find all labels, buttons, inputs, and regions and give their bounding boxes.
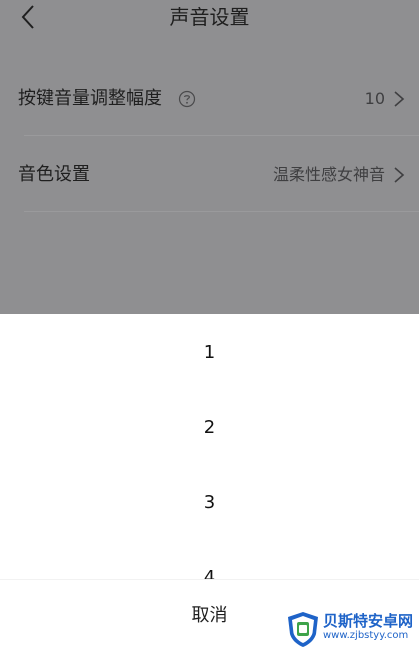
- watermark-url: www.zjbstyy.com: [323, 630, 409, 641]
- number-picker[interactable]: 1 2 3 4: [0, 314, 419, 579]
- picker-option[interactable]: 4: [0, 558, 419, 579]
- divider: [24, 135, 419, 136]
- top-bar: 声音设置: [0, 0, 419, 34]
- chevron-right-icon: [393, 166, 405, 184]
- setting-row-key-volume-step[interactable]: 按键音量调整幅度 10: [0, 62, 419, 136]
- watermark-logo: 贝斯特安卓网 www.zjbstyy.com: [285, 604, 415, 650]
- picker-option[interactable]: 1: [0, 333, 419, 373]
- watermark-title: 贝斯特安卓网: [323, 612, 414, 630]
- chevron-right-icon: [393, 90, 405, 108]
- setting-label: 按键音量调整幅度: [18, 88, 162, 109]
- help-icon[interactable]: [178, 90, 196, 108]
- divider: [24, 211, 419, 212]
- screen: 声音设置 按键音量调整幅度 10 音色设置 温柔性感女神音 1 2 3 4 取消…: [0, 0, 419, 653]
- picker-option[interactable]: 2: [0, 408, 419, 448]
- setting-row-voice-tone[interactable]: 音色设置 温柔性感女神音: [0, 138, 419, 212]
- sound-settings-page: 声音设置 按键音量调整幅度 10 音色设置 温柔性感女神音: [0, 0, 419, 314]
- bottom-sheet: 1 2 3 4 取消: [0, 314, 419, 653]
- shield-logo-icon: [288, 612, 318, 647]
- setting-label: 音色设置: [18, 164, 90, 185]
- page-title: 声音设置: [169, 5, 250, 29]
- setting-value: 10: [364, 89, 385, 108]
- setting-value: 温柔性感女神音: [272, 165, 385, 184]
- picker-option[interactable]: 3: [0, 483, 419, 523]
